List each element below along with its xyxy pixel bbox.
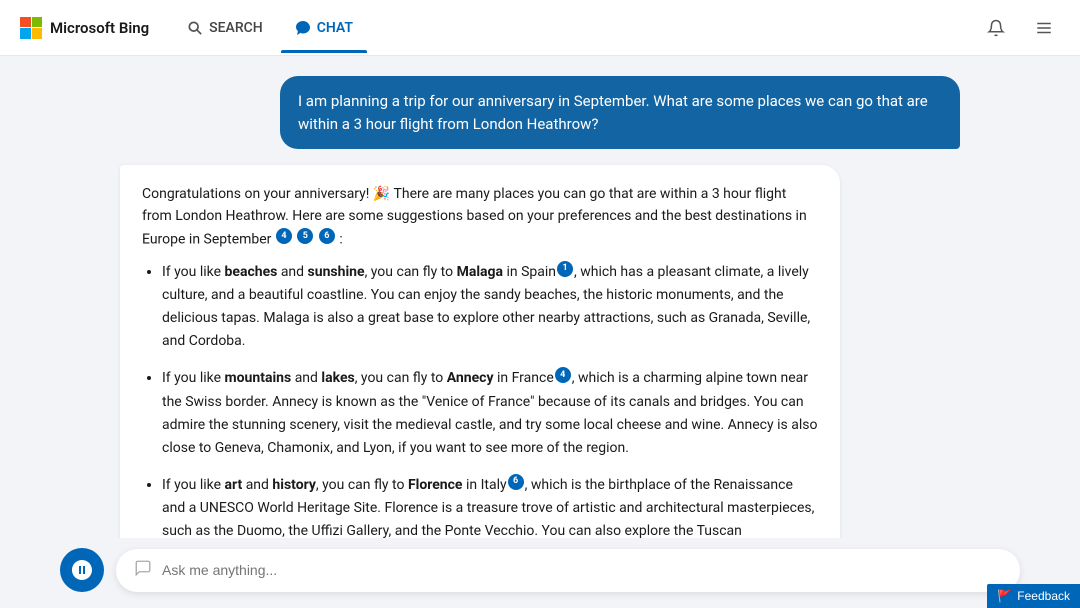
cite-6b: 6 [508, 474, 524, 490]
bot-bubble: Congratulations on your anniversary! 🎉 T… [120, 165, 840, 538]
bot-message: Congratulations on your anniversary! 🎉 T… [120, 165, 960, 538]
search-icon [187, 20, 203, 36]
list-item-malaga: If you like beaches and sunshine, you ca… [162, 261, 818, 354]
message-icon [134, 559, 152, 582]
logo-text: Microsoft Bing [50, 19, 149, 37]
chat-input-wrapper [116, 549, 1020, 592]
bot-intro: Congratulations on your anniversary! 🎉 T… [142, 183, 818, 251]
bing-avatar [60, 548, 104, 592]
bot-suggestions-list: If you like beaches and sunshine, you ca… [142, 261, 818, 538]
nav-chat-label: CHAT [317, 20, 353, 36]
chat-icon [295, 20, 311, 36]
cite-4b: 4 [555, 367, 571, 383]
nav-chat[interactable]: CHAT [281, 12, 367, 44]
chat-input[interactable] [162, 562, 1002, 578]
header: Microsoft Bing SEARCH CHAT [0, 0, 1080, 56]
user-message-text: I am planning a trip for our anniversary… [298, 92, 928, 133]
header-actions [980, 12, 1060, 44]
feedback-label: Feedback [1017, 589, 1070, 603]
microsoft-logo [20, 17, 42, 39]
nav-search-label: SEARCH [209, 20, 263, 36]
logo-area: Microsoft Bing [20, 17, 149, 39]
nav-search[interactable]: SEARCH [173, 12, 277, 44]
user-message: I am planning a trip for our anniversary… [120, 76, 960, 149]
menu-button[interactable] [1028, 12, 1060, 44]
feedback-button[interactable]: 🚩 Feedback [987, 584, 1080, 608]
nav: SEARCH CHAT [173, 12, 980, 44]
feedback-icon: 🚩 [997, 589, 1012, 603]
notification-button[interactable] [980, 12, 1012, 44]
cite-1: 1 [557, 261, 573, 277]
user-bubble: I am planning a trip for our anniversary… [280, 76, 960, 149]
cite-6: 6 [319, 228, 335, 244]
cite-5: 5 [297, 228, 313, 244]
cite-4: 4 [276, 228, 292, 244]
list-item-annecy: If you like mountains and lakes, you can… [162, 367, 818, 460]
chat-area: I am planning a trip for our anniversary… [0, 56, 1080, 538]
main: I am planning a trip for our anniversary… [0, 56, 1080, 608]
bing-avatar-icon [70, 558, 94, 582]
input-area [0, 538, 1080, 608]
list-item-florence: If you like art and history, you can fly… [162, 474, 818, 538]
